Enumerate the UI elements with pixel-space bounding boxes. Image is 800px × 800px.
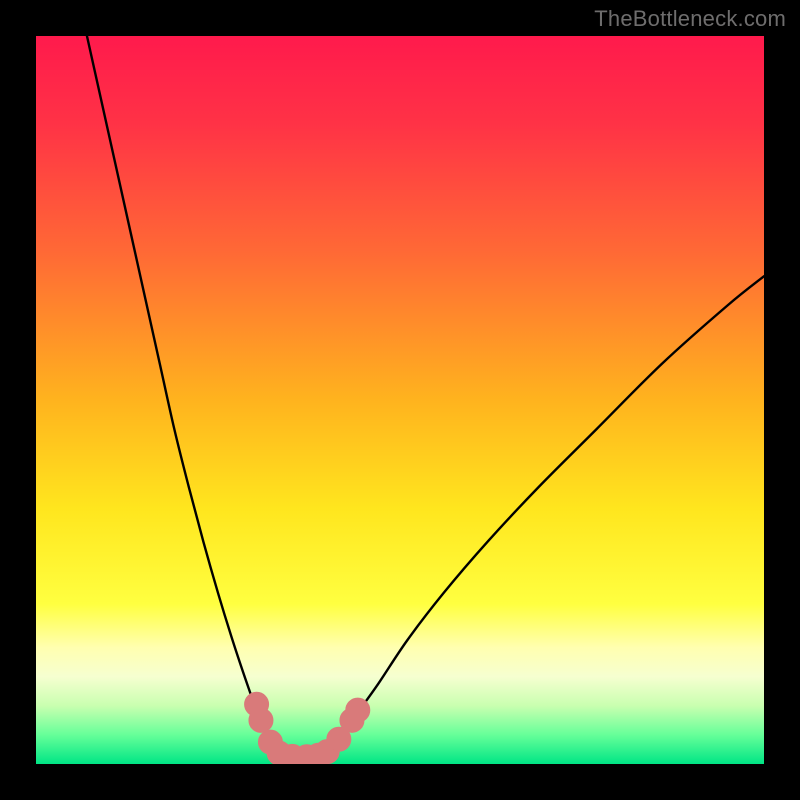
gradient-background	[36, 36, 764, 764]
marker-point	[346, 698, 370, 722]
watermark-text: TheBottleneck.com	[594, 6, 786, 32]
chart-frame: TheBottleneck.com	[0, 0, 800, 800]
marker-point	[249, 708, 273, 732]
bottleneck-curve-chart	[36, 36, 764, 764]
plot-area	[36, 36, 764, 764]
